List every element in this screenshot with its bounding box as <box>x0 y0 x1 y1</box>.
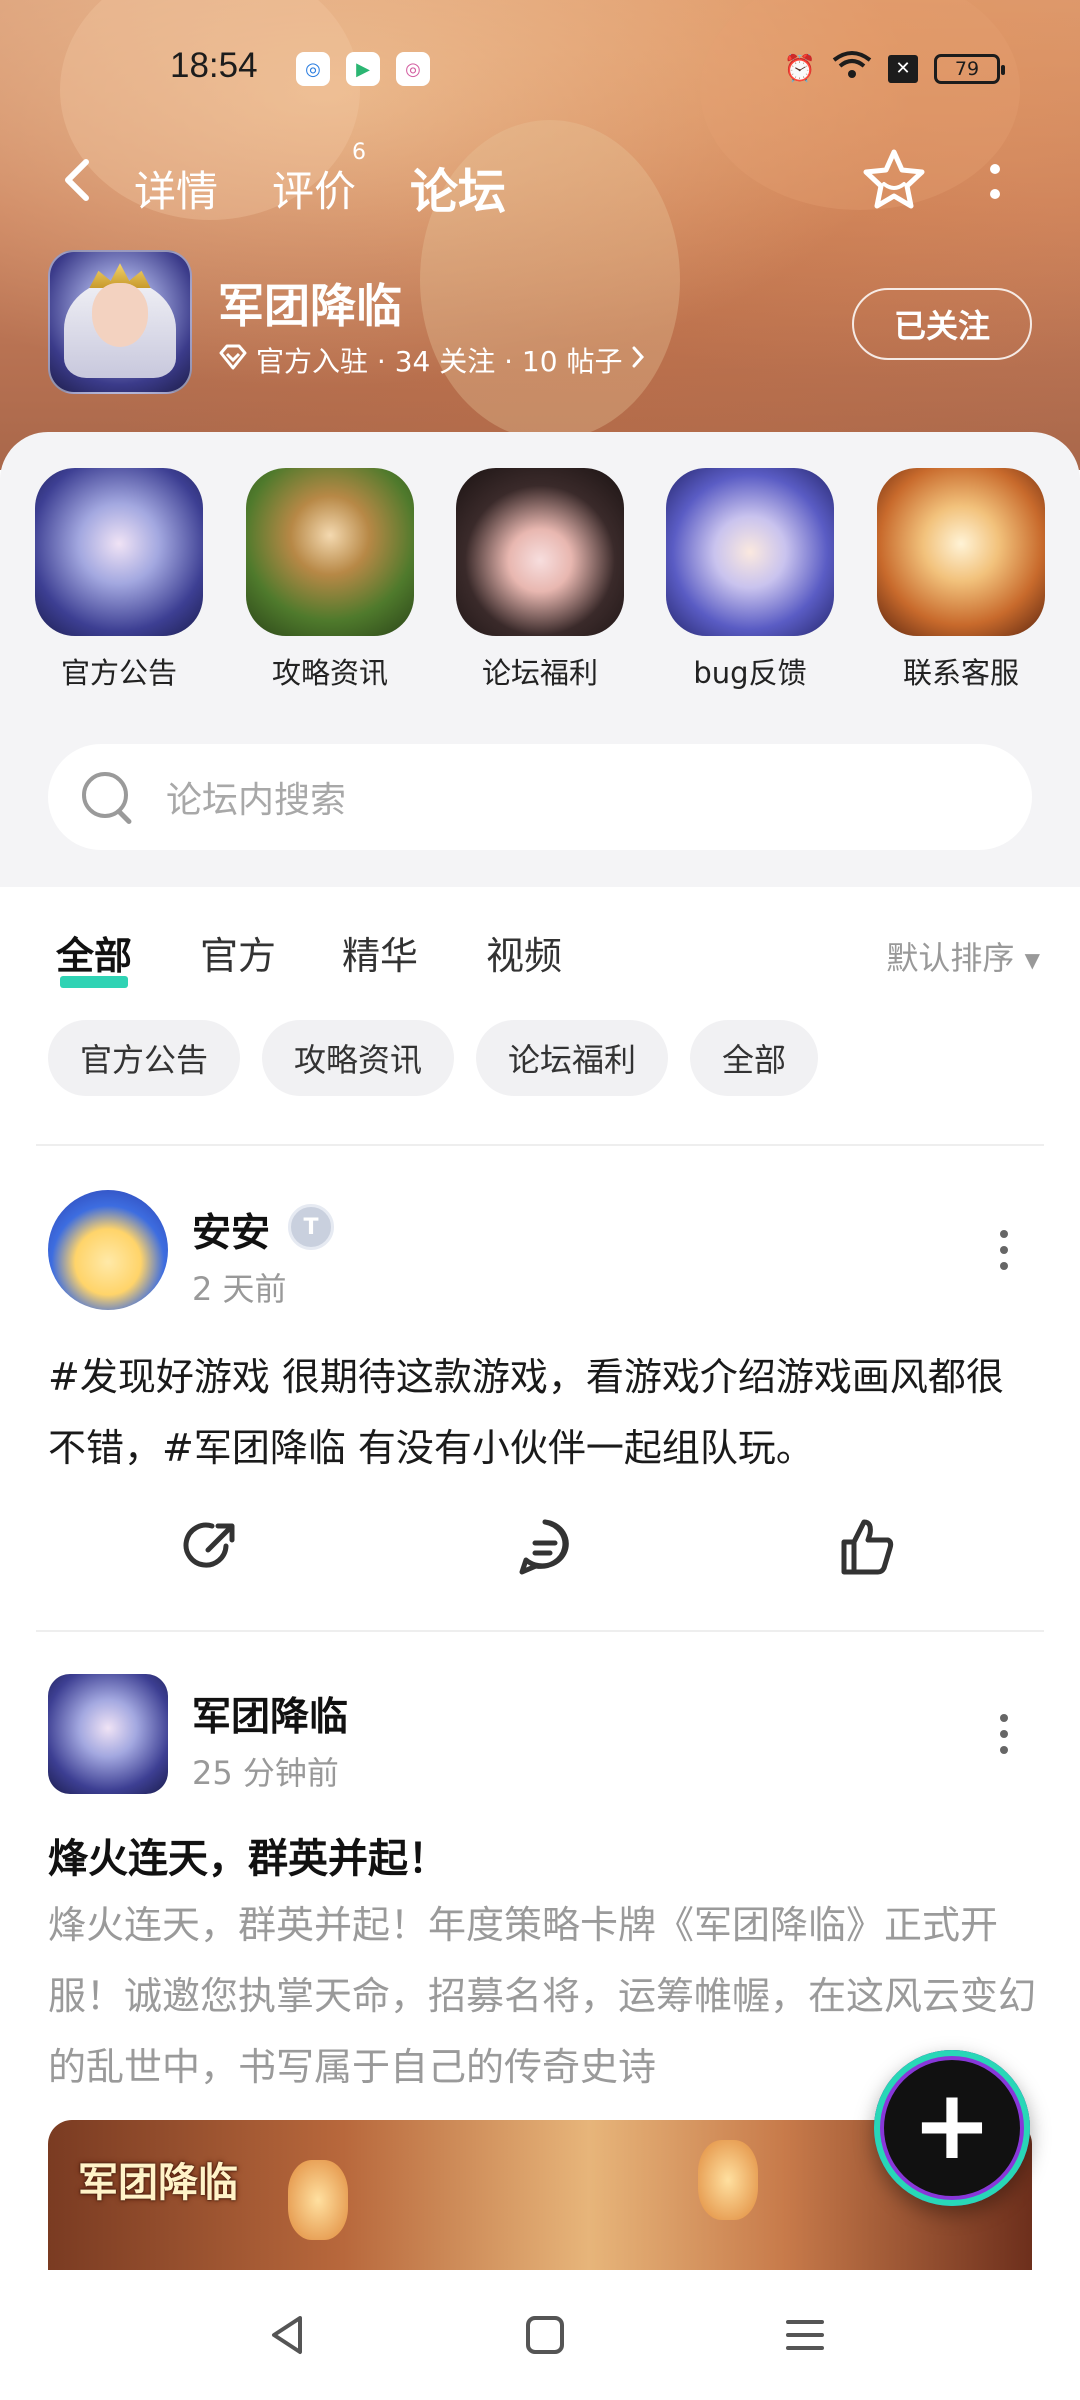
post-image-title: 军团降临 <box>78 2160 238 2206</box>
shortcut-row: 官方公告 攻略资讯 论坛福利 bug反馈 联系客服 <box>0 468 1080 708</box>
shortcut-image <box>877 468 1045 636</box>
create-post-button[interactable]: + <box>874 2050 1030 2206</box>
chip-all[interactable]: 全部 <box>690 1020 819 1096</box>
chip-guides[interactable]: 攻略资讯 <box>262 1020 455 1096</box>
game-meta-link[interactable]: 官方入驻 · 34 关注 · 10 帖子 <box>218 340 646 380</box>
tab-official[interactable]: 官方 <box>200 925 276 980</box>
user-level-badge-icon: T <box>288 1204 334 1250</box>
shortcut-label: bug反馈 <box>693 656 807 690</box>
avatar[interactable] <box>48 1674 168 1794</box>
more-menu-icon[interactable] <box>980 156 1010 206</box>
forum-panel: 官方公告 攻略资讯 论坛福利 bug反馈 联系客服 论坛内搜索 <box>0 432 1080 887</box>
post-body[interactable]: #发现好游戏 很期待这款游戏，看游戏介绍游戏画风都很不错，#军团降临 有没有小伙… <box>48 1342 1038 1484</box>
shortcut-image <box>456 468 624 636</box>
search-placeholder: 论坛内搜索 <box>166 780 347 821</box>
post-time: 25 分钟前 <box>192 1754 339 1792</box>
chip-announcements[interactable]: 官方公告 <box>48 1020 241 1096</box>
divider <box>36 1630 1044 1632</box>
game-title: 军团降临 <box>218 279 402 333</box>
game-meta-text: 官方入驻 · 34 关注 · 10 帖子 <box>256 345 623 378</box>
reviews-count-badge: 6 <box>352 140 366 165</box>
tab-video[interactable]: 视频 <box>486 925 562 980</box>
post-body[interactable]: 烽火连天，群英并起！年度策略卡牌《军团降临》正式开服！诚邀您执掌天命，招募名将，… <box>48 1890 1038 2100</box>
chip-benefits[interactable]: 论坛福利 <box>476 1020 669 1096</box>
game-icon <box>48 250 192 394</box>
tab-reviews[interactable]: 评价 <box>272 158 356 219</box>
plus-icon: + <box>911 2069 993 2181</box>
top-nav: 详情 评价 6 论坛 <box>0 140 1080 230</box>
search-icon <box>78 768 136 826</box>
shortcut-announcements[interactable]: 官方公告 <box>34 468 204 692</box>
shortcut-guides[interactable]: 攻略资讯 <box>245 468 415 692</box>
wifi-icon <box>832 50 872 87</box>
shortcut-label: 官方公告 <box>60 656 177 690</box>
shortcut-customer-service[interactable]: 联系客服 <box>876 468 1046 692</box>
share-icon[interactable] <box>176 1512 246 1582</box>
post-time: 2 天前 <box>192 1270 287 1308</box>
divider <box>36 1144 1044 1146</box>
caret-down-icon: ▼ <box>1024 948 1040 972</box>
diamond-icon <box>218 344 248 377</box>
status-bar: 18:54 ◎ ▶ ◎ ⏰ ✕ 79 <box>0 40 1080 96</box>
notification-app-icon: ◎ <box>396 52 430 86</box>
tab-forum[interactable]: 论坛 <box>410 152 506 226</box>
comment-icon[interactable] <box>510 1512 580 1582</box>
system-navigation-bar <box>0 2270 1080 2400</box>
alarm-icon: ⏰ <box>783 53 816 84</box>
nav-menu-icon[interactable] <box>780 2310 830 2360</box>
sort-dropdown[interactable]: 默认排序 ▼ <box>886 933 1040 979</box>
sort-label: 默认排序 <box>886 939 1015 977</box>
post-more-icon[interactable] <box>994 1230 1014 1270</box>
nav-home-icon[interactable] <box>520 2310 570 2360</box>
post-author[interactable]: 安安 <box>192 1202 270 1258</box>
notification-app-icon: ▶ <box>346 52 380 86</box>
follow-button[interactable]: 已关注 <box>852 288 1032 360</box>
shortcut-label: 联系客服 <box>902 656 1019 690</box>
forum-search-input[interactable]: 论坛内搜索 <box>48 744 1032 850</box>
shortcut-label: 攻略资讯 <box>271 656 388 690</box>
post-more-icon[interactable] <box>994 1714 1014 1754</box>
tab-all[interactable]: 全部 <box>56 925 132 988</box>
shortcut-image <box>666 468 834 636</box>
status-time: 18:54 <box>170 46 258 85</box>
avatar[interactable] <box>48 1190 168 1310</box>
nav-back-icon[interactable] <box>262 2310 312 2360</box>
post-author[interactable]: 军团降临 <box>192 1686 348 1742</box>
shortcut-benefits[interactable]: 论坛福利 <box>455 468 625 692</box>
tab-featured[interactable]: 精华 <box>342 925 418 980</box>
shortcut-label: 论坛福利 <box>481 656 598 690</box>
no-sim-icon: ✕ <box>888 54 918 83</box>
tab-details[interactable]: 详情 <box>134 158 218 219</box>
post-actions <box>0 1512 1080 1592</box>
chevron-right-icon <box>630 344 646 377</box>
shortcut-bug-report[interactable]: bug反馈 <box>665 468 835 692</box>
shortcut-image <box>35 468 203 636</box>
shortcut-image <box>246 468 414 636</box>
filter-tabs: 全部 官方 精华 视频 默认排序 ▼ <box>0 915 1080 995</box>
battery-icon: 79 <box>934 53 1005 84</box>
battery-level: 79 <box>954 57 980 80</box>
favorite-star-icon[interactable] <box>860 146 928 214</box>
back-button[interactable] <box>56 150 96 210</box>
post-title[interactable]: 烽火连天，群英并起！ <box>48 1826 448 1884</box>
notification-app-icon: ◎ <box>296 52 330 86</box>
like-icon[interactable] <box>832 1512 902 1582</box>
category-chips: 官方公告 攻略资讯 论坛福利 全部 <box>48 1020 819 1096</box>
